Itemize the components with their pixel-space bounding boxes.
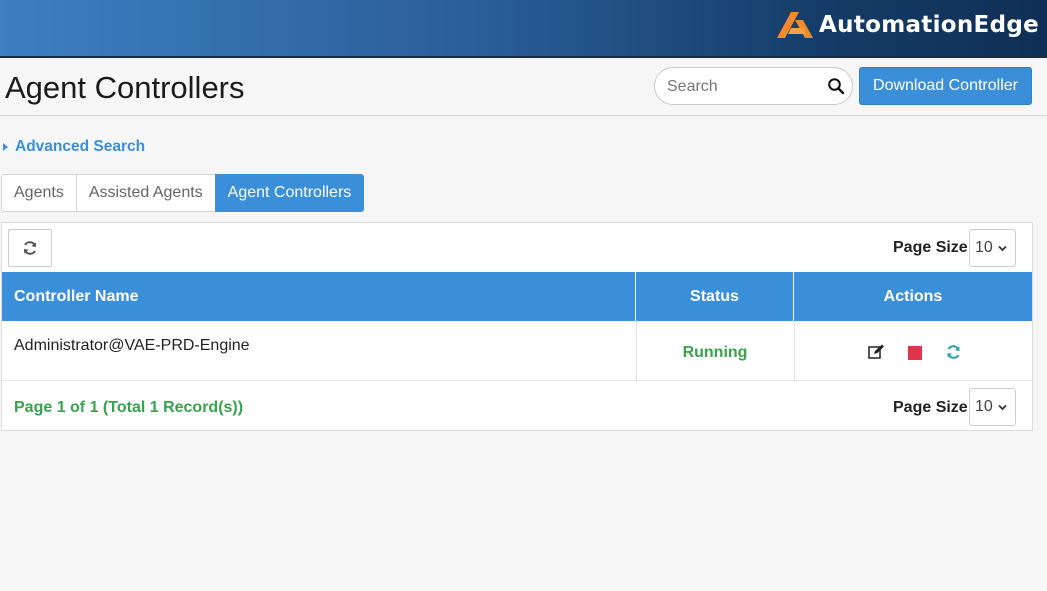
refresh-button[interactable]: [8, 229, 52, 267]
tab-agents[interactable]: Agents: [1, 174, 77, 212]
page-size-value: 10: [975, 398, 993, 415]
search-input[interactable]: [667, 76, 817, 98]
advanced-search-label: Advanced Search: [15, 138, 146, 155]
tab-bar: Agents Assisted Agents Agent Controllers: [1, 174, 365, 212]
refresh-icon: [24, 241, 36, 255]
brand-logo[interactable]: AutomationEdge: [773, 5, 1039, 45]
column-header-controller-name[interactable]: Controller Name: [2, 272, 636, 321]
automationedge-logo-icon: [777, 12, 814, 38]
chevron-down-icon: [998, 245, 1007, 252]
search-icon[interactable]: [827, 77, 845, 95]
column-header-actions: Actions: [883, 287, 943, 305]
controller-name-cell: Administrator@VAE-PRD-Engine: [14, 337, 250, 354]
page-title: Agent Controllers: [5, 70, 245, 105]
restart-icon[interactable]: [945, 344, 962, 360]
page-size-select-bottom[interactable]: 10: [969, 388, 1016, 426]
controllers-panel: Page Size 10 Controller Name Status Acti…: [1, 222, 1033, 431]
tab-assisted-agents[interactable]: Assisted Agents: [75, 174, 216, 212]
status-badge: Running: [682, 344, 748, 361]
edit-icon[interactable]: [868, 344, 885, 360]
brand-name: AutomationEdge: [819, 12, 1039, 38]
cell-divider: [794, 321, 795, 381]
tab-agent-controllers[interactable]: Agent Controllers: [214, 174, 365, 212]
advanced-search-toggle[interactable]: Advanced Search: [3, 138, 145, 156]
page-size-select-top[interactable]: 10: [969, 229, 1016, 267]
download-controller-button[interactable]: Download Controller: [859, 67, 1032, 105]
stop-icon[interactable]: [908, 346, 922, 360]
table-header: Controller Name Status Actions: [2, 272, 1032, 321]
page-size-label-top: Page Size: [893, 239, 968, 256]
search-box[interactable]: [654, 67, 853, 105]
page-size-label-bottom: Page Size: [893, 399, 968, 416]
pagination-info: Page 1 of 1 (Total 1 Record(s)): [14, 399, 244, 416]
header-divider: [0, 115, 1047, 116]
top-banner: AutomationEdge: [0, 0, 1047, 58]
chevron-down-icon: [998, 404, 1007, 411]
page-size-value: 10: [975, 239, 993, 256]
column-header-status[interactable]: Status: [636, 272, 794, 321]
caret-right-icon: [3, 143, 8, 151]
